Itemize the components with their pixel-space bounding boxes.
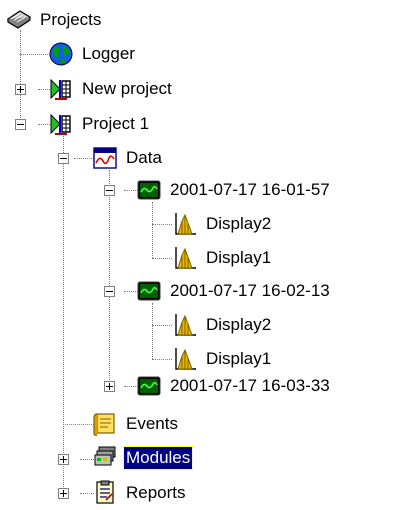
tree-item-label: Display2 [206,214,272,233]
collapse-project1-toggle[interactable] [15,119,26,130]
tree-item-label: Events [126,414,178,433]
histogram-icon [172,245,198,271]
tree-item-label: Modules [122,446,194,470]
expand-new-project-toggle[interactable] [15,84,26,95]
tree-item-run[interactable]: 2001-07-17 16-02-13 [136,274,332,308]
project-tree: Projects Logger New project Project 1 Da… [0,0,395,509]
tree-item-label: Project 1 [82,114,150,133]
tree-item-reports[interactable]: Reports [92,476,188,510]
tree-item-run[interactable]: 2001-07-17 16-03-33 [136,369,332,403]
tree-item-label: New project [82,79,172,98]
tree-item-events[interactable]: Events [92,407,180,441]
tree-item-display[interactable]: Display2 [172,308,273,342]
tree-line [152,202,153,258]
tree-line [152,303,153,359]
globe-icon [48,41,74,67]
oscilloscope-icon [136,373,162,399]
projects-book-icon [6,7,32,33]
tree-item-label: Display1 [206,248,272,267]
collapse-run1-toggle[interactable] [104,185,115,196]
tree-item-new-project[interactable]: New project [48,72,174,106]
collapse-data-toggle[interactable] [58,153,69,164]
tree-line [152,258,172,259]
expand-run3-toggle[interactable] [104,381,115,392]
tree-line [152,224,172,225]
reports-icon [92,480,118,506]
tree-line [109,170,110,386]
project-icon [48,111,74,137]
tree-item-display[interactable]: Display2 [172,207,273,241]
oscilloscope-icon [136,278,162,304]
collapse-run2-toggle[interactable] [104,286,115,297]
tree-line [74,158,94,159]
modules-icon [92,445,118,471]
oscilloscope-icon [136,177,162,203]
tree-item-label: 2001-07-17 16-02-13 [170,281,330,300]
tree-line [20,30,21,120]
expand-reports-toggle[interactable] [58,488,69,499]
project-icon [48,76,74,102]
tree-item-logger[interactable]: Logger [48,37,137,71]
tree-line [63,424,94,425]
histogram-icon [172,312,198,338]
tree-item-data[interactable]: Data [92,141,164,175]
tree-line [20,54,50,55]
tree-item-label: Reports [126,483,186,502]
tree-item-modules[interactable]: Modules [92,441,194,475]
tree-item-projects[interactable]: Projects [6,3,103,37]
histogram-icon [172,211,198,237]
tree-item-run[interactable]: 2001-07-17 16-01-57 [136,173,332,207]
tree-item-label: Display2 [206,315,272,334]
tree-item-project-1[interactable]: Project 1 [48,107,151,141]
tree-line [152,359,172,360]
tree-item-label: Logger [82,44,135,63]
expand-modules-toggle[interactable] [58,454,69,465]
tree-item-display[interactable]: Display1 [172,241,273,275]
events-icon [92,411,118,437]
tree-line [63,136,64,493]
tree-item-label: Data [126,148,162,167]
tree-item-label: Projects [40,10,102,29]
tree-item-label: Display1 [206,349,272,368]
tree-line [152,325,172,326]
data-window-icon [92,145,118,171]
tree-item-label: 2001-07-17 16-01-57 [170,180,330,199]
tree-item-label: 2001-07-17 16-03-33 [170,376,330,395]
